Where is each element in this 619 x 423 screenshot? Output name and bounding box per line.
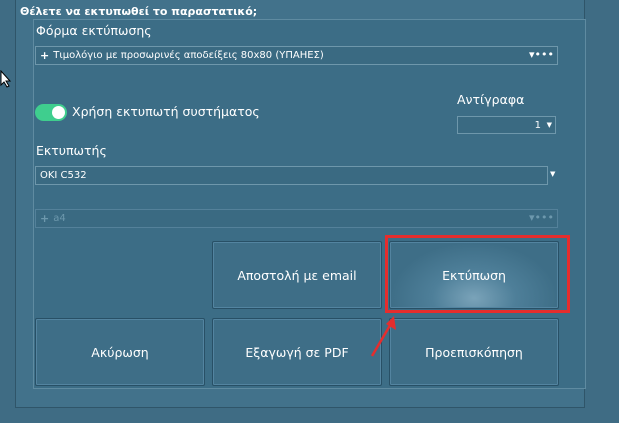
red-arrow-icon <box>370 316 396 357</box>
copies-stepper[interactable]: 1 ▼ <box>457 116 556 134</box>
plus-icon: + <box>40 212 50 225</box>
chevron-down-icon[interactable]: ▼ <box>547 121 552 129</box>
print-form-value: Τιμολόγιο με προσωρινές αποδείξεις 80x80… <box>53 50 324 61</box>
export-pdf-label: Εξαγωγή σε PDF <box>245 344 349 360</box>
print-form-select[interactable]: + Τιμολόγιο με προσωρινές αποδείξεις 80x… <box>35 46 558 65</box>
printer-select[interactable]: OKI C532 <box>35 166 548 185</box>
copies-value: 1 <box>534 119 541 131</box>
system-printer-toggle[interactable] <box>35 104 67 121</box>
preview-button[interactable]: Προεπισκόπηση <box>389 318 559 386</box>
paper-value: a4 <box>53 213 66 224</box>
mouse-cursor-icon <box>0 70 12 88</box>
send-email-label: Αποστολή με email <box>237 267 357 283</box>
preview-label: Προεπισκόπηση <box>425 344 523 360</box>
plus-icon[interactable]: + <box>40 49 49 62</box>
cancel-label: Ακύρωση <box>91 344 149 360</box>
toggle-knob <box>52 106 65 119</box>
printer-value: OKI C532 <box>40 170 87 181</box>
system-printer-label: Χρήση εκτυπωτή συστήματος <box>72 104 260 119</box>
print-form-label: Φόρμα εκτύπωσης <box>36 23 152 38</box>
print-button-highlight <box>385 235 570 313</box>
printer-label: Εκτυπωτής <box>36 143 107 158</box>
send-email-button[interactable]: Αποστολή με email <box>212 241 382 309</box>
copies-label: Αντίγραφα <box>457 92 525 107</box>
export-pdf-button[interactable]: Εξαγωγή σε PDF <box>212 318 382 386</box>
dialog-title: Θέλετε να εκτυπωθεί το παραστατικό; <box>20 5 258 18</box>
more-options-icon[interactable]: ▾••• <box>529 48 554 61</box>
chevron-down-icon[interactable]: ▼ <box>550 170 555 178</box>
cancel-button[interactable]: Ακύρωση <box>35 318 205 386</box>
paper-select: + a4 ▾••• <box>35 209 558 228</box>
more-options-icon: ▾••• <box>529 211 554 224</box>
